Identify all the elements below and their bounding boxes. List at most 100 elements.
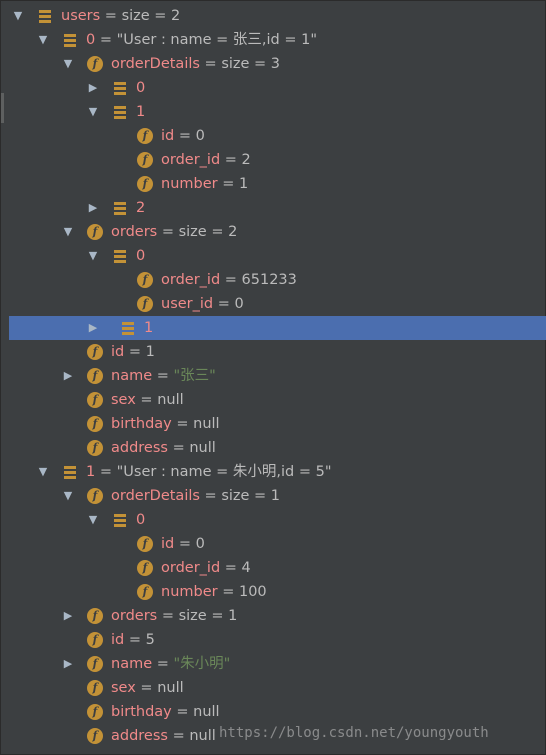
tree-node[interactable]: ▶ f orders = size = 1 <box>1 604 546 628</box>
tree-node[interactable]: f address = null <box>1 436 546 460</box>
tree-node[interactable]: f birthday = null <box>1 700 546 724</box>
tree-node[interactable]: f order_id = 651233 <box>1 268 546 292</box>
node-text: id = 1 <box>111 340 155 364</box>
node-value: null <box>193 704 220 720</box>
collapse-arrow-icon[interactable]: ▼ <box>86 244 100 268</box>
collapse-arrow-icon[interactable]: ▼ <box>86 100 100 124</box>
node-name: order_id <box>161 560 221 576</box>
node-value: 2 <box>241 152 251 168</box>
node-value: 100 <box>238 584 267 600</box>
collapse-arrow-icon[interactable]: ▼ <box>61 220 75 244</box>
node-separator: = <box>174 536 196 552</box>
watermark: https://blog.csdn.net/youngyouth <box>219 725 489 741</box>
expand-arrow-icon[interactable]: ▶ <box>86 196 100 220</box>
node-value: 0 <box>234 296 244 312</box>
tree-node[interactable]: f number = 1 <box>1 172 546 196</box>
node-name: number <box>161 176 218 192</box>
field-icon: f <box>87 416 103 432</box>
expand-arrow-icon[interactable]: ▶ <box>61 604 75 628</box>
tree-node[interactable]: ▼ 0 <box>1 508 546 532</box>
node-separator: = <box>157 224 179 240</box>
tree-node[interactable]: ▼ f orders = size = 2 <box>1 220 546 244</box>
field-icon: f <box>87 488 103 504</box>
node-name: id <box>161 536 175 552</box>
tree-node[interactable]: f id = 5 <box>1 628 546 652</box>
node-text: number = 1 <box>161 172 248 196</box>
node-text: name = "张三" <box>111 364 216 388</box>
tree-node[interactable]: f sex = null <box>1 676 546 700</box>
node-value: null <box>157 680 184 696</box>
node-value: 5 <box>145 632 155 648</box>
node-name: 1 <box>136 104 146 120</box>
node-separator: = <box>174 128 196 144</box>
tree-node[interactable]: f id = 1 <box>1 340 546 364</box>
tree-node[interactable]: f id = 0 <box>1 124 546 148</box>
node-name: order_id <box>161 272 221 288</box>
node-separator: = <box>95 464 117 480</box>
node-separator: = <box>213 296 235 312</box>
tree-node[interactable]: f birthday = null <box>1 412 546 436</box>
expand-arrow-icon[interactable]: ▶ <box>61 652 75 676</box>
tree-node[interactable]: ▶ 2 <box>1 196 546 220</box>
node-separator: = <box>152 368 174 384</box>
tree-node[interactable]: f number = 100 <box>1 580 546 604</box>
collapse-arrow-icon[interactable]: ▼ <box>61 484 75 508</box>
node-name: 1 <box>86 464 96 480</box>
tree-node[interactable]: f order_id = 2 <box>1 148 546 172</box>
tree-node[interactable]: f user_id = 0 <box>1 292 546 316</box>
field-icon: f <box>137 584 153 600</box>
field-icon: f <box>87 56 103 72</box>
node-value: "User : name = 朱小明,id = 5" <box>116 464 332 480</box>
node-name: users <box>61 8 101 24</box>
node-text: address = null <box>111 436 216 460</box>
field-icon: f <box>87 680 103 696</box>
tree-node[interactable]: ▶ f name = "张三" <box>1 364 546 388</box>
node-value: null <box>189 728 216 744</box>
tree-node[interactable]: ▼ 1 = "User : name = 朱小明,id = 5" <box>1 460 546 484</box>
tree-node[interactable]: ▼ 0 = "User : name = 张三,id = 1" <box>1 28 546 52</box>
node-text: order_id = 2 <box>161 148 251 172</box>
field-icon: f <box>137 272 153 288</box>
collapse-arrow-icon[interactable]: ▼ <box>61 52 75 76</box>
collapse-arrow-icon[interactable]: ▼ <box>36 460 50 484</box>
node-name: user_id <box>161 296 214 312</box>
tree-node[interactable]: f id = 0 <box>1 532 546 556</box>
node-text: orders = size = 2 <box>111 220 237 244</box>
tree-node[interactable]: ▶ f name = "朱小明" <box>1 652 546 676</box>
node-separator: = <box>135 392 158 408</box>
tree-node[interactable]: ▼ 0 <box>1 244 546 268</box>
tree-node[interactable]: f sex = null <box>1 388 546 412</box>
node-separator: = <box>199 56 222 72</box>
expand-arrow-icon[interactable]: ▶ <box>86 316 100 340</box>
collapse-arrow-icon[interactable]: ▼ <box>11 4 25 28</box>
expand-arrow-icon[interactable]: ▶ <box>61 364 75 388</box>
node-value: size = 2 <box>121 8 181 24</box>
field-icon: f <box>87 368 103 384</box>
node-separator: = <box>152 656 174 672</box>
node-value: "张三" <box>173 368 216 384</box>
node-text: id = 5 <box>111 628 155 652</box>
tree-node[interactable]: ▶ 1 <box>9 316 546 340</box>
expand-arrow-icon[interactable]: ▶ <box>86 76 100 100</box>
node-name: number <box>161 584 218 600</box>
collapse-arrow-icon[interactable]: ▼ <box>36 28 50 52</box>
tree-node[interactable]: ▼ users = size = 2 <box>1 4 546 28</box>
tree-node[interactable]: ▼ f orderDetails = size = 3 <box>1 52 546 76</box>
tree-node[interactable]: ▼ 1 <box>1 100 546 124</box>
field-icon: f <box>137 152 153 168</box>
tree-node[interactable]: f order_id = 4 <box>1 556 546 580</box>
array-icon <box>112 200 128 216</box>
node-value: "朱小明" <box>173 656 231 672</box>
node-separator: = <box>124 344 146 360</box>
field-icon: f <box>137 560 153 576</box>
tree-node[interactable]: ▼ f orderDetails = size = 1 <box>1 484 546 508</box>
node-text: 1 <box>144 316 153 340</box>
node-separator: = <box>171 416 194 432</box>
array-icon <box>112 104 128 120</box>
node-name: orders <box>111 608 158 624</box>
node-name: 0 <box>136 512 146 528</box>
node-separator: = <box>220 152 242 168</box>
tree-node[interactable]: ▶ 0 <box>1 76 546 100</box>
node-name: name <box>111 368 153 384</box>
collapse-arrow-icon[interactable]: ▼ <box>86 508 100 532</box>
